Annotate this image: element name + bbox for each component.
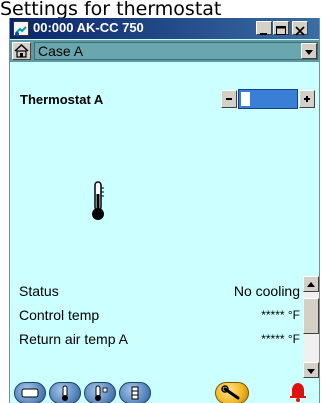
thermostat-selector[interactable]: [238, 89, 298, 109]
list-item: Control temp ***** °F: [10, 306, 302, 328]
list-item: Return air temp A ***** °F: [10, 330, 302, 352]
close-button[interactable]: [292, 21, 308, 36]
bottom-toolbar: [10, 380, 319, 403]
case-select[interactable]: Case A: [34, 42, 318, 60]
return-air-temp-value: ***** °F: [261, 332, 300, 346]
case-select-value: Case A: [38, 43, 84, 59]
return-air-temp-label: Return air temp A: [19, 331, 128, 347]
decrement-button[interactable]: [221, 90, 237, 108]
app-window: 00:000 AK-CC 750 Case A Thermostat A Sta…: [9, 18, 320, 403]
title-bar: 00:000 AK-CC 750: [10, 18, 319, 39]
screenshot-caption: Settings for thermostat: [0, 0, 222, 18]
case-bar: Case A: [10, 40, 319, 62]
thermostat-icon[interactable]: [49, 382, 81, 403]
settings-icon[interactable]: [119, 382, 151, 403]
control-temp-value: ***** °F: [261, 308, 300, 322]
home-icon: [14, 43, 29, 58]
maximize-button[interactable]: [273, 21, 289, 35]
case-icon[interactable]: [14, 382, 46, 403]
thermostat-settings-icon[interactable]: [84, 382, 116, 403]
control-temp-label: Control temp: [19, 307, 100, 323]
increment-button[interactable]: [299, 90, 315, 108]
status-value: No cooling: [233, 283, 300, 299]
scroll-up-button[interactable]: [303, 276, 319, 292]
alarm-bell-icon[interactable]: [288, 380, 308, 402]
app-icon: [13, 21, 29, 36]
thermostat-label: Thermostat A: [20, 92, 104, 107]
list-item: Status No cooling: [10, 282, 302, 304]
scroll-down-button[interactable]: [303, 362, 319, 378]
thermometer-icon: [92, 181, 104, 220]
wrench-icon[interactable]: [215, 382, 249, 403]
home-button[interactable]: [12, 42, 31, 60]
vertical-scrollbar[interactable]: [303, 276, 319, 378]
chevron-down-icon[interactable]: [301, 43, 317, 59]
selector-indicator: [241, 92, 250, 106]
window-title: 00:000 AK-CC 750: [33, 20, 144, 35]
status-label: Status: [19, 283, 59, 299]
minimize-button[interactable]: [256, 21, 272, 35]
scrollbar-thumb[interactable]: [303, 298, 319, 334]
